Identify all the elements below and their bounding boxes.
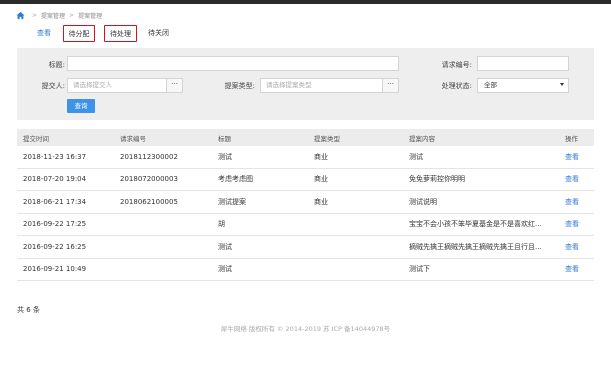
cell-proposal-type — [314, 236, 409, 258]
cell-proposal-content: 测试说明 — [409, 197, 437, 206]
cell-proposal-content: 免免萝莉控你明明 — [409, 175, 465, 184]
breadcrumb-item-current: 提案管理 — [78, 12, 103, 20]
request-no-label: 请求编号: — [441, 61, 472, 69]
header-submit-time: 提交时间 — [23, 134, 49, 143]
title-label: 标题: — [48, 61, 65, 69]
tab-pending-close[interactable]: 待关闭 — [142, 25, 175, 42]
breadcrumb-separator: > — [32, 11, 38, 19]
table-row: 2016-09-21 10:49 测试 测试下 查看 — [17, 259, 594, 281]
footer-copyright: 犀牛网络 版权所有 © 2014-2019 苏 ICP 备14044978号 — [220, 325, 391, 333]
view-link[interactable]: 查看 — [565, 169, 590, 191]
caret-down-icon — [560, 83, 564, 86]
header-proposal-content: 提案内容 — [409, 134, 435, 143]
cell-title: 测试提案 — [218, 197, 246, 206]
cell-request-no: 2018072000003 — [120, 175, 178, 184]
request-no-input[interactable] — [477, 56, 569, 71]
cell-title: 测试 — [218, 242, 232, 251]
tab-pending-assign[interactable]: 待分配 — [63, 25, 95, 42]
cell-submit-time: 2016-09-21 10:49 — [23, 265, 87, 274]
query-button[interactable]: 查询 — [67, 99, 95, 113]
table-row: 2018-06-21 17:34 2018062100005 测试提案 商业 测… — [17, 191, 594, 214]
proposal-table: 提交时间 请求编号 标题 提案类型 提案内容 操作 2018-11-23 16:… — [17, 129, 594, 281]
breadcrumb-item[interactable]: 提案管理 — [41, 11, 65, 20]
view-link[interactable]: 查看 — [565, 259, 590, 281]
view-link[interactable]: 查看 — [565, 146, 590, 168]
view-link[interactable]: 查看 — [565, 236, 590, 258]
cell-request-no: 2018062100005 — [120, 197, 178, 206]
cell-request-no: 2018112300002 — [120, 152, 178, 161]
tab-view[interactable]: 查看 — [28, 25, 60, 42]
status-select-value: 全部 — [484, 81, 497, 89]
submitter-label: 提交人: — [41, 82, 65, 90]
header-title: 标题 — [218, 134, 231, 143]
cell-proposal-type: 商业 — [314, 197, 328, 206]
tab-bar: 查看 待分配 待处理 待关闭 — [0, 22, 611, 44]
submitter-input[interactable]: 请选择提交人 — [67, 78, 167, 93]
cell-title: 测试 — [218, 152, 232, 161]
view-link[interactable]: 查看 — [565, 214, 590, 236]
cell-proposal-type: 商业 — [314, 175, 328, 184]
breadcrumb-separator: > — [69, 11, 75, 19]
cell-submit-time: 2016-09-22 17:25 — [23, 220, 87, 229]
table-row: 2016-09-22 16:25 测试 摘贼先擒王摘贼先擒王摘贼先擒王且行且..… — [17, 236, 594, 259]
cell-proposal-type — [314, 214, 409, 236]
top-bar — [0, 0, 611, 4]
title-input[interactable] — [67, 56, 399, 71]
table-row: 2018-07-20 19:04 2018072000003 考虑考虑图 商业 … — [17, 169, 594, 191]
cell-request-no — [120, 214, 215, 236]
header-operation: 操作 — [565, 134, 578, 143]
status-label: 处理状态: — [441, 82, 472, 90]
table-header: 提交时间 请求编号 标题 提案类型 提案内容 操作 — [17, 129, 594, 146]
total-count: 共 6 条 — [17, 306, 40, 314]
cell-submit-time: 2018-11-23 16:37 — [23, 152, 87, 161]
table-row: 2018-11-23 16:37 2018112300002 测试 商业 测试 … — [17, 146, 594, 169]
cell-title: 胡 — [218, 220, 225, 229]
header-proposal-type: 提案类型 — [314, 134, 340, 143]
cell-proposal-content: 测试 — [409, 152, 423, 161]
cell-submit-time: 2018-06-21 17:34 — [23, 197, 87, 206]
cell-submit-time: 2018-07-20 19:04 — [23, 175, 87, 184]
proposal-type-input[interactable]: 请选择提案类型 — [260, 78, 383, 93]
cell-submit-time: 2016-09-22 16:25 — [23, 242, 87, 251]
cell-proposal-content: 宝宝不会小孩不笨毕夏基金是不是喜欢红... — [409, 220, 542, 229]
cell-proposal-content: 测试下 — [409, 265, 430, 274]
breadcrumb: > 提案管理 > 提案管理 — [16, 9, 102, 21]
cell-request-no — [120, 259, 215, 281]
table-row: 2016-09-22 17:25 胡 宝宝不会小孩不笨毕夏基金是不是喜欢红...… — [17, 214, 594, 236]
header-request-no: 请求编号 — [120, 134, 146, 143]
view-link[interactable]: 查看 — [565, 191, 590, 213]
cell-request-no — [120, 236, 215, 258]
cell-proposal-type — [314, 259, 409, 281]
cell-proposal-type: 商业 — [314, 152, 328, 161]
cell-title: 测试 — [218, 265, 232, 274]
home-icon[interactable] — [16, 11, 25, 20]
tab-pending-process[interactable]: 待处理 — [104, 25, 137, 42]
proposal-type-picker-button[interactable]: ··· — [382, 78, 399, 93]
cell-title: 考虑考虑图 — [218, 175, 253, 184]
submitter-picker-button[interactable]: ··· — [166, 78, 183, 93]
status-select[interactable]: 全部 — [477, 78, 569, 93]
cell-proposal-content: 摘贼先擒王摘贼先擒王摘贼先擒王且行且... — [409, 242, 542, 251]
filter-panel: 标题: 请求编号: 提交人: 请选择提交人 ··· 提案类型: 请选择提案类型 … — [17, 48, 594, 120]
proposal-type-label: 提案类型: — [224, 82, 255, 90]
